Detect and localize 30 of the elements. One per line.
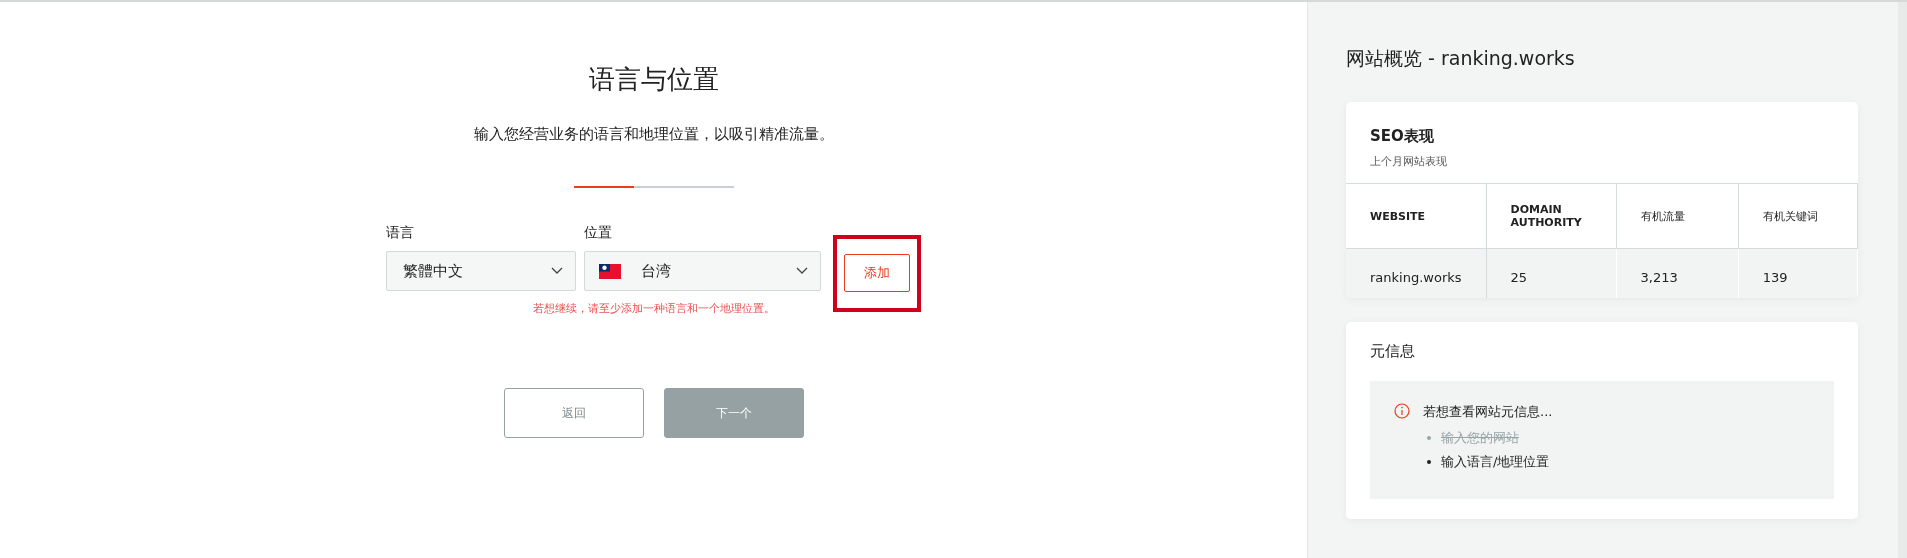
flag-icon bbox=[599, 263, 621, 279]
bullet-icon bbox=[1427, 460, 1431, 465]
location-dropdown[interactable]: 台湾 bbox=[584, 251, 821, 291]
card-title: 元信息 bbox=[1370, 342, 1416, 361]
card-title: SEO表现 bbox=[1370, 127, 1435, 146]
column-header: DOMAIN AUTHORITY bbox=[1486, 183, 1617, 249]
table-cell: 139 bbox=[1738, 248, 1858, 298]
info-icon bbox=[1394, 403, 1410, 419]
page-subtitle: 输入您经营业务的语言和地理位置，以吸引精准流量。 bbox=[473, 125, 834, 144]
table-cell: ranking.works bbox=[1346, 248, 1487, 298]
column-header: 有机关键词 bbox=[1738, 183, 1858, 249]
table-cell: 3,213 bbox=[1616, 248, 1739, 298]
add-button[interactable]: 添加 bbox=[844, 254, 910, 292]
bullet-icon bbox=[1427, 436, 1431, 441]
info-heading: 若想查看网站元信息... bbox=[1423, 403, 1553, 421]
step-item: 输入您的网站 bbox=[1441, 429, 1519, 447]
chevron-icon bbox=[796, 267, 808, 275]
table-cell: 25 bbox=[1486, 248, 1617, 298]
field-label: 位置 bbox=[584, 224, 613, 242]
error-message: 若想继续，请至少添加一种语言和一个地理位置。 bbox=[532, 301, 775, 316]
column-header: WEBSITE bbox=[1346, 183, 1487, 249]
card-subtitle: 上个月网站表现 bbox=[1370, 154, 1448, 169]
sidebar-title: 网站概览 - ranking.works bbox=[1346, 46, 1576, 71]
field-label: 语言 bbox=[386, 224, 415, 242]
chevron-icon bbox=[551, 267, 563, 275]
page-title: 语言与位置 bbox=[588, 63, 719, 96]
back-button[interactable]: 返回 bbox=[503, 388, 644, 438]
step-item: 输入语言/地理位置 bbox=[1441, 453, 1550, 472]
language-dropdown[interactable]: 繁體中文 bbox=[386, 251, 576, 291]
column-header: 有机流量 bbox=[1616, 183, 1739, 249]
